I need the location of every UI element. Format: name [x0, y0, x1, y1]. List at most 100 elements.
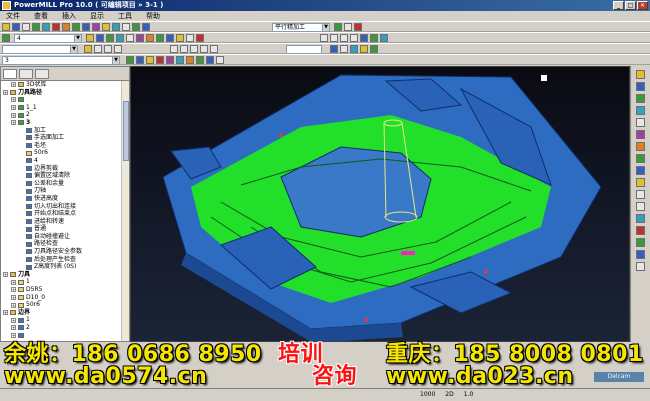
tree-item[interactable]: +	[1, 332, 123, 340]
expand-icon[interactable]: +	[11, 332, 16, 338]
settings-icon[interactable]	[344, 23, 352, 31]
close-button[interactable]: ✕	[637, 1, 648, 10]
gray-b-icon[interactable]	[330, 34, 338, 42]
tree-item[interactable]: + D5R5	[1, 286, 123, 294]
minimize-button[interactable]: _	[613, 1, 624, 10]
expand-icon[interactable]: +	[3, 272, 8, 278]
draw-level-icon[interactable]	[196, 56, 204, 64]
view-side-icon[interactable]	[106, 34, 114, 42]
transparency-toggle-icon[interactable]	[636, 250, 645, 259]
stop-icon[interactable]	[196, 34, 204, 42]
verify-icon[interactable]	[122, 23, 130, 31]
transparency-icon[interactable]	[340, 45, 348, 53]
refresh-icon[interactable]	[636, 262, 645, 271]
expand-icon[interactable]: +	[11, 105, 16, 111]
block-icon[interactable]	[32, 23, 40, 31]
tree-item[interactable]: + 刀具路径	[1, 89, 123, 97]
start-point-icon[interactable]	[72, 23, 80, 31]
menu-display[interactable]: 显示	[88, 11, 106, 21]
expand-icon[interactable]: +	[11, 302, 16, 308]
sim-stop-icon[interactable]	[380, 34, 388, 42]
gray-g-icon[interactable]	[114, 45, 122, 53]
gray-e-icon[interactable]	[94, 45, 102, 53]
menu-help[interactable]: 帮助	[144, 11, 162, 21]
tree-item[interactable]: + 刀具	[1, 271, 123, 279]
view-front-icon[interactable]	[96, 34, 104, 42]
level-icon[interactable]	[84, 45, 92, 53]
light-icon[interactable]	[360, 45, 368, 53]
draw-stock-icon[interactable]	[176, 56, 184, 64]
tree-item[interactable]: +1	[1, 316, 123, 324]
tree-item[interactable]: +2	[1, 324, 123, 332]
tree-item[interactable]: 路径检查	[1, 240, 123, 248]
view-iso3-icon[interactable]	[636, 166, 645, 175]
menu-file[interactable]: 文件	[4, 11, 22, 21]
view-right-icon[interactable]	[636, 106, 645, 115]
toolpath-combo[interactable]: 3 ▼	[2, 56, 120, 65]
view-iso4-icon[interactable]	[636, 178, 645, 187]
tree-item[interactable]: 偏置区域清除	[1, 172, 123, 180]
material-icon[interactable]	[350, 45, 358, 53]
tree-item[interactable]: 快进高度	[1, 195, 123, 203]
expand-icon[interactable]: +	[11, 325, 16, 331]
zoom-fit-icon[interactable]	[636, 214, 645, 223]
play-icon[interactable]	[190, 45, 198, 53]
tree-item[interactable]: 50r6	[1, 149, 123, 157]
draw-axis-icon[interactable]	[216, 56, 224, 64]
expand-icon[interactable]: +	[11, 112, 16, 118]
tab-globe[interactable]	[19, 69, 33, 79]
draw-model-icon[interactable]	[166, 56, 174, 64]
explorer-scrollbar[interactable]	[121, 81, 129, 341]
pan-icon[interactable]	[176, 34, 184, 42]
toolpath-icon[interactable]	[102, 23, 110, 31]
tree-item[interactable]: +1	[1, 278, 123, 286]
feeds-icon[interactable]	[52, 23, 60, 31]
expand-icon[interactable]: +	[11, 120, 16, 126]
sim-play-icon[interactable]	[360, 34, 368, 42]
menu-view[interactable]: 查看	[32, 11, 50, 21]
gray-f-icon[interactable]	[104, 45, 112, 53]
graphics-viewport[interactable]	[130, 66, 630, 342]
save-icon[interactable]	[22, 23, 30, 31]
expand-icon[interactable]: +	[3, 89, 8, 95]
tree-item[interactable]: 手选面加工	[1, 134, 123, 142]
open-icon[interactable]	[12, 23, 20, 31]
expand-icon[interactable]: +	[11, 317, 16, 323]
expand-icon[interactable]: +	[11, 97, 16, 103]
tab-explorer[interactable]	[3, 69, 17, 79]
expand-icon[interactable]: +	[11, 287, 16, 293]
workplane-icon[interactable]	[142, 23, 150, 31]
zoom-in-icon[interactable]	[636, 190, 645, 199]
tree-item[interactable]: 4	[1, 157, 123, 165]
view-iso2-icon[interactable]	[636, 154, 645, 163]
wireframe-icon[interactable]	[146, 34, 154, 42]
play-start-icon[interactable]	[170, 45, 178, 53]
zoom-out-icon[interactable]	[636, 202, 645, 211]
tree-item[interactable]: +	[1, 96, 123, 104]
play-end-icon[interactable]	[210, 45, 218, 53]
tree-item[interactable]: 刀轴	[1, 187, 123, 195]
calculate-icon[interactable]	[334, 23, 342, 31]
play-forward-icon[interactable]	[200, 45, 208, 53]
draw-pattern-icon[interactable]	[156, 56, 164, 64]
strategy-combo[interactable]: 平行精加工 ▼	[272, 23, 330, 32]
zoom-icon[interactable]	[126, 34, 134, 42]
draw-workplane-icon[interactable]	[206, 56, 214, 64]
tree-item[interactable]: 进给和转速	[1, 218, 123, 226]
menu-insert[interactable]: 插入	[60, 11, 78, 21]
tool-combo[interactable]: 4 ▼	[14, 34, 82, 43]
view-top-icon[interactable]	[86, 34, 94, 42]
tree-item[interactable]: + 边界	[1, 309, 123, 317]
tool-icon[interactable]	[2, 34, 10, 42]
tree-item[interactable]: +2	[1, 111, 123, 119]
tree-item[interactable]: Z高度列表 (0S)	[1, 263, 123, 271]
maximize-button[interactable]: □	[625, 1, 636, 10]
tree-item[interactable]: 边界剪裁	[1, 165, 123, 173]
shade-toggle-icon[interactable]	[636, 226, 645, 235]
tree-item[interactable]: 切入切出和连接	[1, 203, 123, 211]
tree-item[interactable]: 毛坯	[1, 142, 123, 150]
view-bottom-icon[interactable]	[636, 82, 645, 91]
rest-icon[interactable]	[370, 45, 378, 53]
speed-slider[interactable]	[286, 45, 322, 54]
tree-item[interactable]: 自动碰撞避让	[1, 233, 123, 241]
